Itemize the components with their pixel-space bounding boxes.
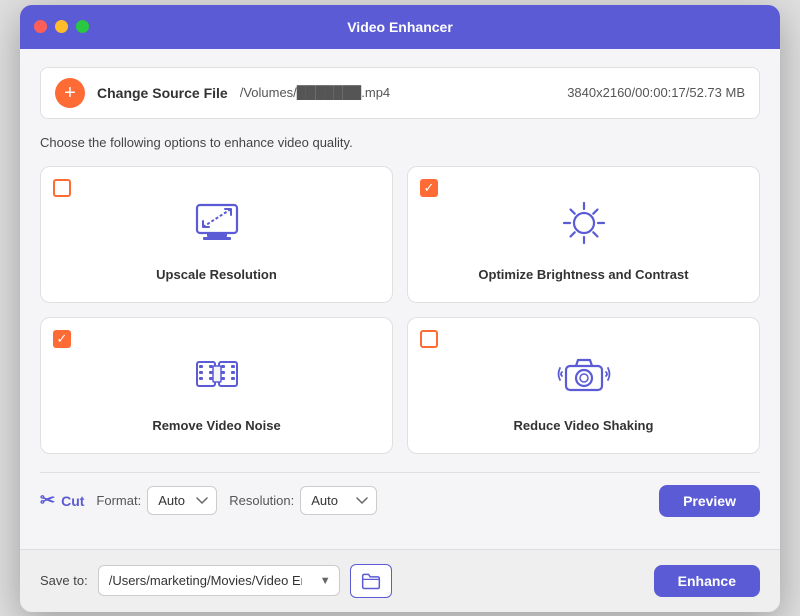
upscale-checkbox[interactable] — [53, 179, 71, 197]
format-select-wrap: Format: Auto MP4 MOV AVI MKV — [96, 486, 217, 515]
source-bar: + Change Source File /Volumes/███████.mp… — [40, 67, 760, 119]
main-window: Video Enhancer + Change Source File /Vol… — [20, 5, 780, 612]
format-select[interactable]: Auto MP4 MOV AVI MKV — [147, 486, 217, 515]
brightness-checkbox[interactable]: ✓ — [420, 179, 438, 197]
close-button[interactable] — [34, 20, 47, 33]
maximize-button[interactable] — [76, 20, 89, 33]
option-shaking[interactable]: Reduce Video Shaking — [407, 317, 760, 454]
upscale-label: Upscale Resolution — [156, 267, 277, 282]
noise-label: Remove Video Noise — [152, 418, 280, 433]
description-text: Choose the following options to enhance … — [40, 135, 760, 150]
upscale-icon — [185, 191, 249, 255]
preview-button[interactable]: Preview — [659, 485, 760, 517]
shaking-icon — [552, 342, 616, 406]
option-noise[interactable]: ✓ — [40, 317, 393, 454]
option-upscale[interactable]: Upscale Resolution — [40, 166, 393, 303]
option-brightness[interactable]: ✓ Optimize Brightness and Contrast — [407, 166, 760, 303]
minimize-button[interactable] — [55, 20, 68, 33]
noise-icon — [185, 342, 249, 406]
options-grid: Upscale Resolution ✓ — [40, 166, 760, 454]
source-file-path: /Volumes/███████.mp4 — [240, 85, 555, 100]
scissors-icon: ✂ — [40, 490, 55, 511]
traffic-lights — [34, 20, 89, 33]
resolution-label: Resolution: — [229, 493, 294, 508]
cut-button[interactable]: ✂ Cut — [40, 490, 84, 511]
path-dropdown-button[interactable]: ▼ — [312, 565, 340, 596]
toolbar: ✂ Cut Format: Auto MP4 MOV AVI MKV Resol… — [40, 472, 760, 531]
shaking-label: Reduce Video Shaking — [514, 418, 654, 433]
source-meta: 3840x2160/00:00:17/52.73 MB — [567, 85, 745, 100]
add-source-button[interactable]: + — [55, 78, 85, 108]
format-label: Format: — [96, 493, 141, 508]
enhance-button[interactable]: Enhance — [654, 565, 760, 597]
folder-icon — [361, 571, 381, 591]
noise-checkbox[interactable]: ✓ — [53, 330, 71, 348]
cut-label: Cut — [61, 493, 84, 509]
brightness-icon — [552, 191, 616, 255]
titlebar: Video Enhancer — [20, 5, 780, 49]
content-area: + Change Source File /Volumes/███████.mp… — [20, 49, 780, 549]
path-wrap: ▼ — [98, 565, 340, 596]
bottom-bar: Save to: ▼ Enhance — [20, 549, 780, 612]
save-to-label: Save to: — [40, 573, 88, 588]
brightness-label: Optimize Brightness and Contrast — [478, 267, 688, 282]
browse-folder-button[interactable] — [350, 564, 392, 598]
resolution-select[interactable]: Auto 720p 1080p 4K — [300, 486, 377, 515]
window-title: Video Enhancer — [347, 19, 453, 35]
save-path-input[interactable] — [98, 565, 312, 596]
shaking-checkbox[interactable] — [420, 330, 438, 348]
resolution-select-wrap: Resolution: Auto 720p 1080p 4K — [229, 486, 377, 515]
change-source-label: Change Source File — [97, 85, 228, 101]
